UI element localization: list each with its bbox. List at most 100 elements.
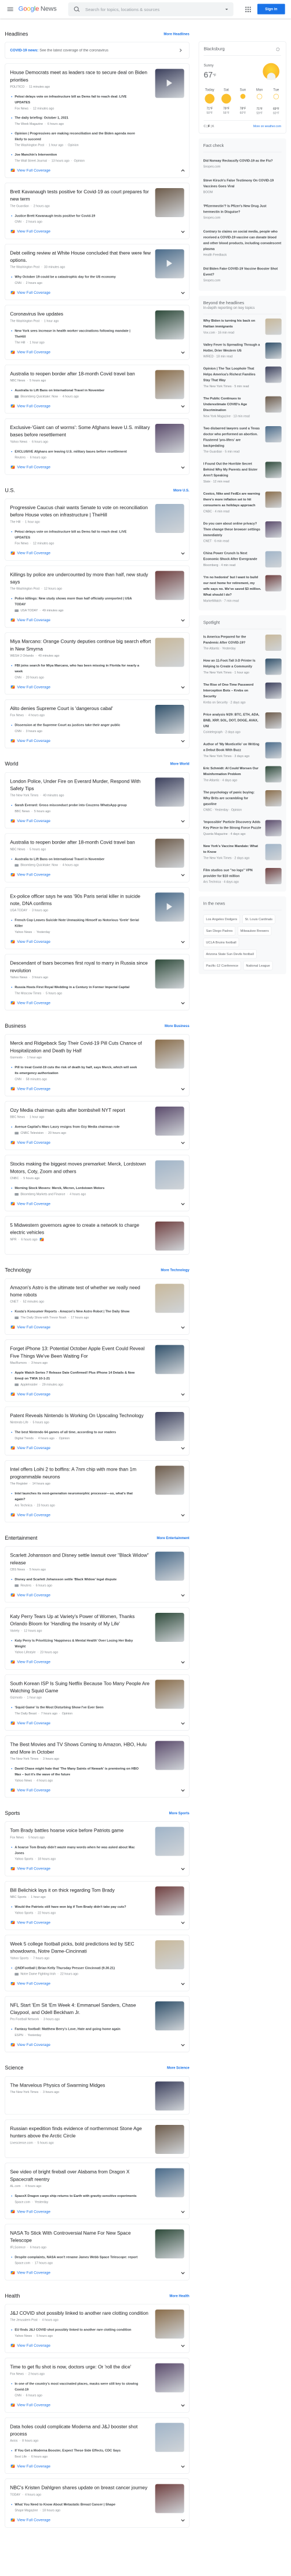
source-name[interactable]: The Guardian — [203, 450, 223, 453]
chevron-down-icon[interactable] — [181, 2343, 185, 2347]
story-thumbnail[interactable] — [155, 69, 184, 98]
story-thumbnail[interactable] — [265, 844, 282, 860]
source-name[interactable]: The Hill — [14, 340, 25, 346]
item-headline[interactable]: Author of 'My Monticello' on Writing a D… — [203, 741, 261, 753]
source-name[interactable]: CNET — [10, 1299, 19, 1305]
story-headline[interactable]: Ozy Media chairman quits after bombshell… — [10, 1107, 151, 1114]
related-headline[interactable]: Fantasy football: Matthew Berry's Love, … — [14, 2026, 141, 2032]
source-name[interactable]: CBS News — [10, 1566, 25, 1573]
chevron-down-icon[interactable] — [181, 229, 185, 233]
source-name[interactable]: The Washington Post — [10, 264, 39, 271]
source-name[interactable]: Reuters — [14, 455, 26, 461]
item-headline[interactable]: Valley Fever Is Spreading Through a Hott… — [203, 342, 261, 354]
source-name[interactable]: Livescience.com — [10, 2139, 32, 2146]
source-name[interactable]: Fox News — [14, 105, 28, 111]
source-name[interactable]: Yahoo Sports — [10, 1955, 28, 1961]
view-full-coverage-link[interactable]: View Full Coverage — [17, 1201, 50, 1206]
view-full-coverage-link[interactable]: View Full Coverage — [17, 1721, 50, 1725]
chevron-down-icon[interactable] — [181, 1201, 185, 1205]
chevron-down-icon[interactable] — [181, 684, 185, 689]
story-thumbnail[interactable] — [265, 551, 282, 568]
source-name[interactable]: The Atlantic — [203, 779, 220, 782]
related-headline[interactable]: Katy Perry Is Prioritizing 'Happiness & … — [14, 1638, 141, 1649]
story-headline[interactable]: Ex-police officer says he was '90s Paris… — [10, 892, 151, 907]
related-headline[interactable]: Australia to Lift Bans on International … — [14, 387, 141, 393]
story-headline[interactable]: Miya Marcano: Orange County deputies con… — [10, 638, 151, 653]
story-thumbnail[interactable] — [155, 1551, 184, 1581]
related-headline[interactable]: Intel launches its next-generation neuro… — [14, 1490, 141, 1502]
chevron-down-icon[interactable] — [181, 1660, 185, 1664]
source-name[interactable]: Axios — [10, 2438, 17, 2444]
chevron-down-icon[interactable] — [181, 1446, 185, 1450]
more-sports-link[interactable]: More Sports — [169, 1811, 190, 1815]
related-headline[interactable]: Would the Patriots still have won big if… — [14, 1904, 141, 1910]
weather-settings-icon[interactable] — [276, 47, 280, 51]
story-thumbnail[interactable] — [155, 1940, 184, 1969]
source-name[interactable]: The Washington Post — [14, 142, 44, 149]
section-title[interactable]: Headlines — [5, 31, 28, 37]
story-thumbnail[interactable] — [265, 682, 282, 699]
related-headline[interactable]: Russia Hosts First Royal Wedding in a Ce… — [14, 984, 141, 990]
related-headline[interactable]: Kosta's Konsumer Reports - Amazon's New … — [14, 1309, 141, 1314]
chevron-down-icon[interactable] — [181, 2464, 185, 2468]
search-options-dropdown-icon[interactable] — [225, 8, 228, 10]
story-thumbnail[interactable] — [155, 892, 184, 922]
more-headlines-link[interactable]: More Headlines — [163, 32, 189, 36]
story-thumbnail[interactable] — [155, 704, 184, 734]
chevron-down-icon[interactable] — [181, 1593, 185, 1597]
story-headline[interactable]: Amazon's Astro is the ultimate test of w… — [10, 1284, 151, 1298]
covid-news-banner[interactable]: COVID-19 news: See the latest coverage of… — [5, 42, 190, 59]
source-name[interactable]: Variety — [10, 1627, 19, 1634]
story-headline[interactable]: Merck and Ridgeback Say Their Covid-19 P… — [10, 1040, 151, 1054]
source-name[interactable]: CNN — [14, 1076, 21, 1082]
source-name[interactable]: Space.com — [14, 2260, 30, 2267]
source-name[interactable]: Vox.com — [203, 331, 215, 334]
view-full-coverage-link[interactable]: View Full Coverage — [17, 1593, 50, 1597]
story-headline[interactable]: Stocks making the biggest moves premarke… — [10, 1161, 151, 1175]
section-title[interactable]: Health — [5, 2293, 20, 2298]
source-name[interactable]: New York Magazine — [203, 415, 231, 418]
source-name[interactable]: The New York Times — [10, 792, 38, 799]
related-headline[interactable]: Why October 19 could be a catastrophic d… — [14, 274, 141, 280]
view-full-coverage-link[interactable]: View Full Coverage — [17, 229, 50, 234]
source-name[interactable]: ESPN — [14, 2032, 23, 2038]
source-name[interactable]: Yahoo News — [10, 438, 27, 445]
chevron-down-icon[interactable] — [181, 873, 185, 877]
source-name[interactable]: Reuters — [20, 1582, 31, 1588]
topic-chip[interactable]: San Diego Padres — [203, 926, 235, 936]
source-name[interactable]: Notre Dame Fighting Irish — [20, 1971, 56, 1977]
fact-check-headline[interactable]: Did Norway Reclassify COVID-19 as the Fl… — [203, 158, 282, 164]
story-thumbnail[interactable] — [265, 366, 282, 383]
item-headline[interactable]: Opinion | The Tax Loophole That Helps Am… — [203, 366, 261, 383]
related-headline[interactable]: What You Need to Know About Metastatic B… — [14, 2502, 141, 2507]
related-headline[interactable]: A hoarse Tom Brady didn't waste many wor… — [14, 1844, 141, 1856]
source-name[interactable]: Pro Football Network — [10, 2016, 39, 2023]
chevron-down-icon[interactable] — [181, 2518, 185, 2522]
view-full-coverage-link[interactable]: View Full Coverage — [17, 290, 50, 295]
view-full-coverage-link[interactable]: View Full Coverage — [17, 2343, 50, 2348]
chevron-down-icon[interactable] — [181, 819, 185, 823]
story-thumbnail[interactable] — [155, 2309, 184, 2339]
story-thumbnail[interactable] — [265, 521, 282, 538]
story-thumbnail[interactable] — [155, 370, 184, 399]
view-full-coverage-link[interactable]: View Full Coverage — [17, 2209, 50, 2214]
source-name[interactable]: Yahoo Sports — [14, 1910, 33, 1916]
view-full-coverage-link[interactable]: View Full Coverage — [17, 1981, 50, 1986]
story-headline[interactable]: Time to get flu shot is now, doctors urg… — [10, 2364, 151, 2371]
story-thumbnail[interactable] — [155, 571, 184, 600]
chevron-down-icon[interactable] — [181, 465, 185, 469]
story-thumbnail[interactable] — [265, 712, 282, 729]
chevron-up-icon[interactable] — [181, 169, 185, 173]
section-title[interactable]: Science — [5, 2065, 23, 2070]
related-headline[interactable]: If You Get a Moderna Booster, Expect The… — [14, 2448, 141, 2453]
story-headline[interactable]: Forget iPhone 13: Potential October Appl… — [10, 1345, 151, 1360]
related-headline[interactable]: The best Nintendo 64 games of all time, … — [14, 1429, 141, 1435]
related-headline[interactable]: Sarah Everard: Gross misconduct probe in… — [14, 802, 141, 808]
story-headline[interactable]: The Best Movies and TV Shows Coming to A… — [10, 1741, 151, 1756]
story-thumbnail[interactable] — [155, 1160, 184, 1190]
source-name[interactable]: CNBC — [10, 1175, 19, 1181]
item-headline[interactable]: 'I'm no hedonist' but I want to build ou… — [203, 574, 261, 597]
related-headline[interactable]: Australia to Lift Bans on International … — [14, 856, 141, 862]
source-name[interactable]: Fox News — [14, 541, 28, 547]
story-thumbnail[interactable] — [155, 2001, 184, 2031]
